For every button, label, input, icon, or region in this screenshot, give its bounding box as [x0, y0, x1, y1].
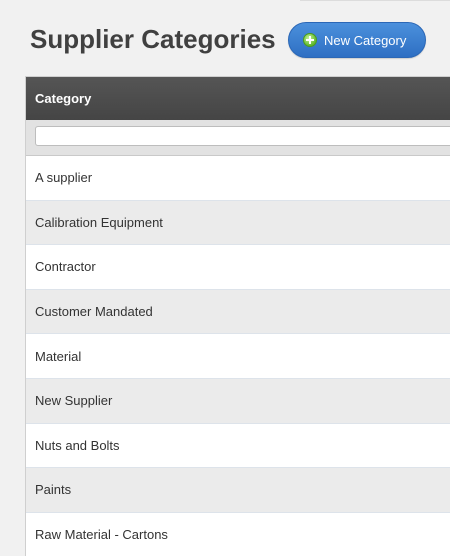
table-row[interactable]: Calibration Equipment [26, 200, 450, 246]
table-row[interactable]: A supplier [26, 156, 450, 201]
table-row[interactable]: Paints [26, 468, 450, 513]
table-row[interactable]: Customer Mandated [26, 289, 450, 335]
table-row[interactable]: Raw Material - Cartons [26, 512, 450, 556]
table-row[interactable]: Nuts and Bolts [26, 423, 450, 469]
new-category-button-label: New Category [324, 32, 407, 48]
table-row[interactable]: New Supplier [26, 378, 450, 424]
category-filter-input[interactable] [35, 126, 450, 146]
category-cell: Material [35, 348, 82, 364]
category-cell: Raw Material - Cartons [35, 527, 168, 543]
categories-table: Category A supplier Calibration Equipmen… [25, 76, 450, 556]
table-row[interactable]: Contractor [26, 245, 450, 290]
table-body: A supplier Calibration Equipment Contrac… [26, 156, 450, 556]
new-category-button[interactable]: New Category [288, 22, 426, 58]
category-cell: Contractor [35, 259, 96, 275]
column-header-category[interactable]: Category [26, 77, 450, 120]
category-cell: Nuts and Bolts [35, 437, 120, 453]
page-title: Supplier Categories [30, 24, 276, 54]
plus-circle-icon [303, 33, 317, 47]
category-cell: Customer Mandated [35, 304, 153, 320]
category-cell: Paints [35, 482, 72, 498]
table-row[interactable]: Material [26, 334, 450, 379]
category-cell: A supplier [35, 170, 93, 186]
page: Supplier Categories New Category Categor… [0, 0, 450, 556]
category-cell: Calibration Equipment [35, 214, 163, 230]
category-cell: New Supplier [35, 393, 113, 409]
column-header-label: Category [35, 91, 92, 106]
page-header: Supplier Categories New Category [0, 0, 450, 76]
filter-row [26, 120, 450, 156]
